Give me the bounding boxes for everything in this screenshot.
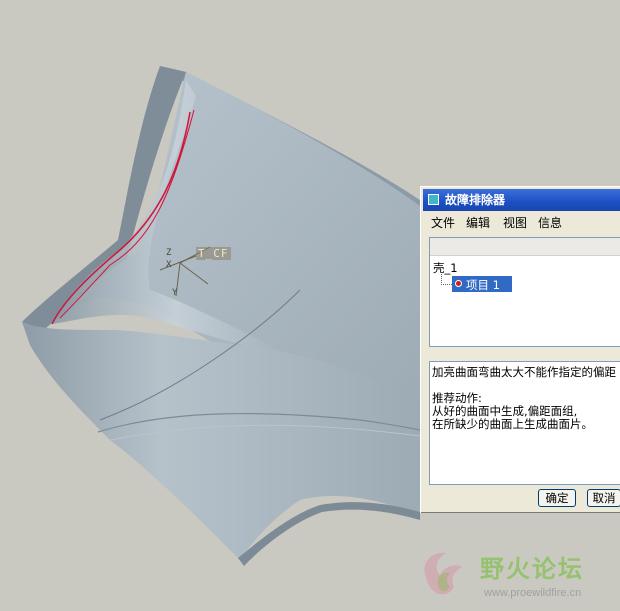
menu-file[interactable]: 文件 xyxy=(431,214,455,231)
tree-header xyxy=(430,238,620,256)
ok-button[interactable]: 确定 xyxy=(538,489,576,507)
tree-connector xyxy=(441,274,452,285)
axis-label-x: X xyxy=(166,260,172,270)
window-icon xyxy=(428,194,439,205)
dialog-title: 故障排除器 xyxy=(445,193,506,207)
axis-label-y: Y xyxy=(172,288,178,298)
message-line: 加亮曲面弯曲太大不能作指定的偏距 xyxy=(432,365,616,379)
csys-label: T_CF xyxy=(196,247,231,260)
watermark-title: 野火论坛 xyxy=(480,555,584,583)
menu-info[interactable]: 信息 xyxy=(538,214,562,231)
menu-edit[interactable]: 编辑 xyxy=(466,214,490,231)
message-line: 在所缺少的曲面上生成曲面片。 xyxy=(432,417,593,431)
menu-view[interactable]: 视图 xyxy=(503,214,527,231)
axis-label-z: Z xyxy=(166,248,172,258)
message-panel: 加亮曲面弯曲太大不能作指定的偏距 推荐动作: 从好的曲面中生成,偏距面组, 在所… xyxy=(429,361,620,485)
flame-logo-icon xyxy=(424,552,462,595)
menu-bar: 文件 编辑 视图 信息 xyxy=(423,213,620,231)
watermark-url: www.proewildfire.cn xyxy=(484,587,582,599)
forum-watermark: 野火论坛 www.proewildfire.cn xyxy=(408,543,620,611)
tree-item-1[interactable]: 项目 1 xyxy=(452,276,512,292)
error-dot-icon xyxy=(455,280,462,287)
tree-item-label: 项目 1 xyxy=(466,278,500,292)
troubleshooter-dialog[interactable]: 故障排除器 文件 编辑 视图 信息 壳_1 项目 1 加亮曲面弯曲太大不能作指定… xyxy=(420,186,620,513)
feature-tree[interactable]: 壳_1 项目 1 xyxy=(429,237,620,347)
dialog-titlebar[interactable]: 故障排除器 xyxy=(423,189,620,211)
cancel-button[interactable]: 取消 xyxy=(587,489,620,507)
